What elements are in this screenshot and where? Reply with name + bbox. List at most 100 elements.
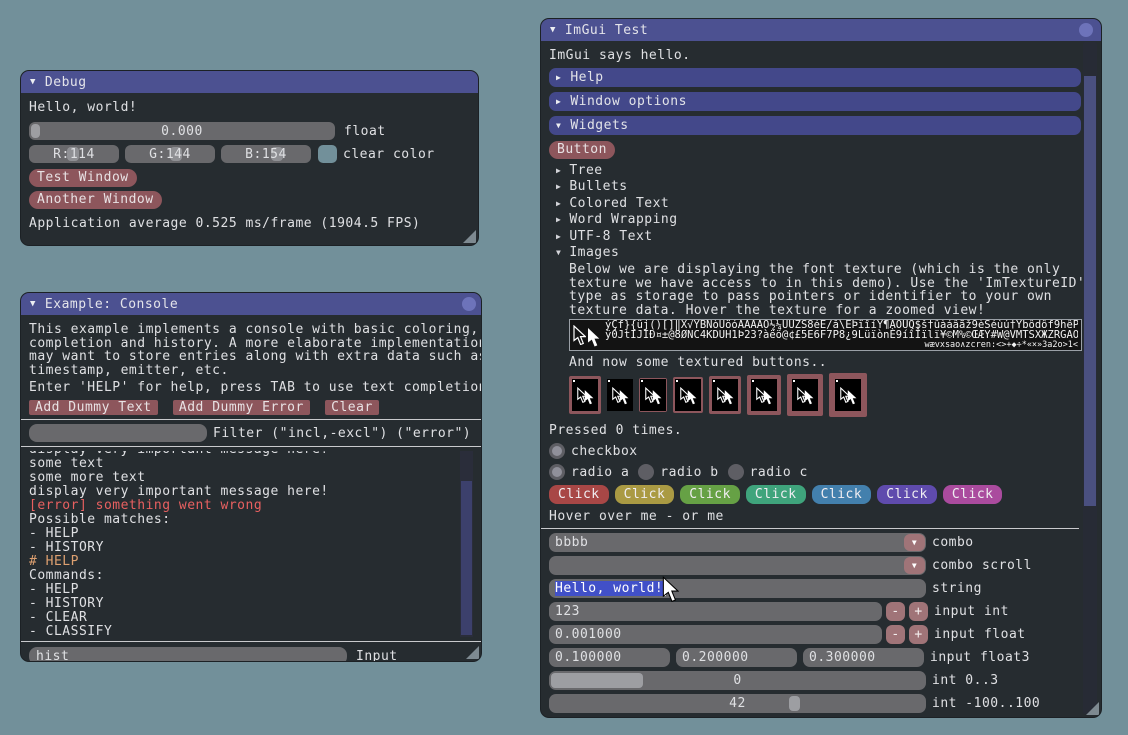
cursor-filled-icon <box>847 389 857 405</box>
increment-button[interactable]: + <box>909 602 928 621</box>
button-widget[interactable]: Button <box>549 141 615 159</box>
image-button[interactable] <box>829 373 867 417</box>
another-window-button[interactable]: Another Window <box>29 191 162 209</box>
click-button[interactable]: Click <box>877 485 937 504</box>
collapse-arrow-icon[interactable]: ▼ <box>550 25 556 35</box>
log-line: display very important message here! <box>29 485 455 499</box>
console-log[interactable]: display very important message here! som… <box>29 451 473 637</box>
int-input[interactable]: 123 <box>549 602 882 621</box>
float3-input-z[interactable]: 0.300000 <box>803 648 924 667</box>
hover-text[interactable]: Hover over me - or me <box>549 510 1093 524</box>
radio-button[interactable] <box>549 464 565 480</box>
click-button[interactable]: Click <box>549 485 609 504</box>
decrement-button[interactable]: - <box>886 625 905 644</box>
header-help[interactable]: ▶ Help <box>549 68 1081 87</box>
slider-grab[interactable] <box>31 124 40 138</box>
radio-a[interactable]: radio a <box>549 464 629 480</box>
click-button[interactable]: Click <box>680 485 740 504</box>
scrollbar-grab[interactable] <box>1084 76 1096 506</box>
click-button[interactable]: Click <box>812 485 872 504</box>
tree-node-word-wrapping[interactable]: ▶ Word Wrapping <box>549 212 1093 229</box>
chevron-down-icon: ▼ <box>912 538 917 547</box>
debug-title-bar[interactable]: ▼ Debug <box>21 71 478 93</box>
image-button[interactable] <box>747 375 781 415</box>
tree-node-utf8-text[interactable]: ▶ UTF-8 Text <box>549 228 1093 245</box>
combo-box[interactable]: bbbb ▼ <box>549 533 926 552</box>
decrement-button[interactable]: - <box>886 602 905 621</box>
checkbox[interactable] <box>549 443 565 459</box>
slider-grab[interactable] <box>789 696 800 711</box>
add-dummy-error-button[interactable]: Add Dummy Error <box>173 400 310 415</box>
increment-button[interactable]: + <box>909 625 928 644</box>
header-label: Window options <box>570 94 687 109</box>
tree-node-label: UTF-8 Text <box>569 229 652 244</box>
string-input[interactable]: Hello, world! <box>549 579 926 598</box>
float-slider[interactable]: 0.000 <box>29 122 335 140</box>
debug-content: Hello, world! 0.000 float R:114 G:144 B:… <box>21 93 478 231</box>
image-button[interactable] <box>607 379 633 411</box>
clear-color-swatch[interactable] <box>318 145 337 163</box>
resize-grip[interactable] <box>1086 702 1099 715</box>
imgui-test-title-bar[interactable]: ▼ ImGui Test <box>541 19 1101 41</box>
filter-input[interactable] <box>29 424 207 442</box>
intro-line: This example implements a console with b… <box>29 323 473 337</box>
slider-r[interactable]: R:114 <box>29 145 119 163</box>
radio-button[interactable] <box>728 464 744 480</box>
image-button[interactable] <box>709 376 741 414</box>
combo-scroll-label: combo scroll <box>932 558 1032 573</box>
resize-grip[interactable] <box>466 646 479 659</box>
tree-node-images[interactable]: ▼ Images <box>549 245 1093 262</box>
collapse-button[interactable] <box>1079 23 1093 37</box>
scrollbar-grab[interactable] <box>461 481 472 635</box>
tree-node-tree[interactable]: ▶ Tree <box>549 162 1093 179</box>
collapse-button[interactable] <box>462 297 476 311</box>
test-window-button[interactable]: Test Window <box>29 169 137 187</box>
int-range-slider[interactable]: 42 <box>549 694 926 713</box>
int-slider[interactable]: 0 <box>549 671 926 690</box>
slider-g[interactable]: G:144 <box>125 145 215 163</box>
slider-b-value: B:154 <box>245 147 287 162</box>
clear-button[interactable]: Clear <box>325 400 379 415</box>
combo-row: bbbb ▼ combo <box>549 533 1093 552</box>
click-buttons-row: Click Click Click Click Click Click Clic… <box>549 485 1093 504</box>
float-slider[interactable]: 4.132 <box>549 717 926 718</box>
header-window-options[interactable]: ▶ Window options <box>549 92 1081 111</box>
tree-node-colored-text[interactable]: ▶ Colored Text <box>549 195 1093 212</box>
cursor-outline-icon <box>573 325 586 345</box>
radio-c[interactable]: radio c <box>728 464 808 480</box>
resize-grip[interactable] <box>463 230 476 243</box>
click-button[interactable]: Click <box>746 485 806 504</box>
log-scrollbar[interactable] <box>460 451 473 637</box>
radio-b[interactable]: radio b <box>638 464 718 480</box>
command-input[interactable]: hist <box>29 647 347 662</box>
console-title-bar[interactable]: ▼ Example: Console <box>21 293 481 315</box>
click-button[interactable]: Click <box>943 485 1003 504</box>
float-slider-label: float <box>344 124 386 139</box>
slider-grab[interactable] <box>551 673 643 688</box>
image-button[interactable] <box>569 376 601 414</box>
header-widgets[interactable]: ▼ Widgets <box>549 116 1081 135</box>
collapse-arrow-icon[interactable]: ▼ <box>30 299 36 309</box>
radio-button[interactable] <box>638 464 654 480</box>
click-button[interactable]: Click <box>615 485 675 504</box>
image-button[interactable] <box>639 378 667 412</box>
slider-r-value: R:114 <box>53 147 95 162</box>
collapse-arrow-icon[interactable]: ▼ <box>30 77 36 87</box>
float-input[interactable]: 0.001000 <box>549 625 882 644</box>
tree-node-bullets[interactable]: ▶ Bullets <box>549 179 1093 196</box>
combo-arrow-button[interactable]: ▼ <box>904 534 925 551</box>
combo-scroll-box[interactable]: ▼ <box>549 556 926 575</box>
font-texture-image[interactable]: ýÇf}{üj()[]‖X√ŸBÑòÙöóÄÂÀÁÒ½¼ÙÚŽŠ8éÊ/å\ÈÞ… <box>569 319 1082 351</box>
slider-b[interactable]: B:154 <box>221 145 311 163</box>
image-button[interactable] <box>673 377 703 413</box>
slider-value: 0 <box>733 673 741 688</box>
chevron-down-icon: ▼ <box>556 121 561 130</box>
window-scrollbar[interactable] <box>1083 42 1097 714</box>
float3-input-x[interactable]: 0.100000 <box>549 648 670 667</box>
add-dummy-text-button[interactable]: Add Dummy Text <box>29 400 158 415</box>
float3-input-y[interactable]: 0.200000 <box>676 648 797 667</box>
window-title: Debug <box>45 75 87 90</box>
combo-arrow-button[interactable]: ▼ <box>904 557 925 574</box>
image-button[interactable] <box>787 374 823 416</box>
combo-label: combo <box>932 535 974 550</box>
